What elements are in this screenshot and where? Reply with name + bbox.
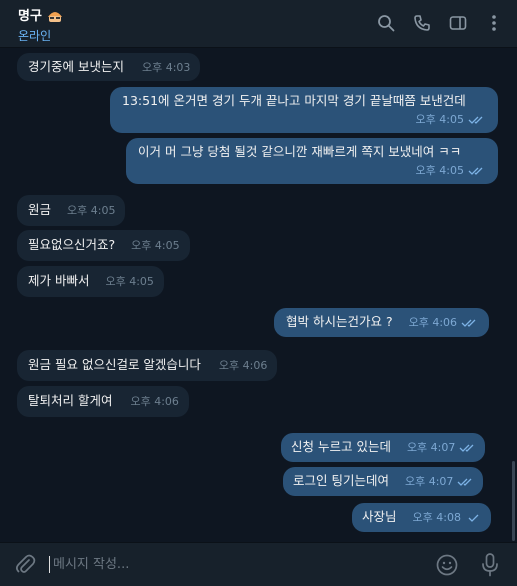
message-time-text: 오후 4:05 xyxy=(105,275,154,288)
message-time: 오후 4:08 xyxy=(412,511,461,524)
message-time-text: 오후 4:06 xyxy=(130,395,179,408)
message-text: 원금 필요 없으신걸로 알겠습니다 xyxy=(28,357,201,372)
message-meta: 오후 4:07 xyxy=(407,440,477,456)
message-text: 탈퇴처리 할게여 xyxy=(28,393,113,408)
message-text: 경기중에 보냇는지 xyxy=(28,59,124,74)
message-incoming[interactable]: 제가 바빠서 오후 4:05 xyxy=(17,266,164,297)
message-composer xyxy=(0,542,517,586)
message-time: 오후 4:06 xyxy=(130,394,178,410)
message-meta: 오후 4:05 xyxy=(416,163,486,179)
search-icon[interactable] xyxy=(377,14,395,32)
chat-header: 명구 온라인 xyxy=(0,0,517,48)
message-text: 협박 하시는건가요 ? xyxy=(286,314,393,329)
message-input[interactable] xyxy=(53,553,413,575)
message-text: 이거 머 그냥 당첨 될것 같으니깐 재빠르게 쪽지 보냈네여 ㅋㅋ xyxy=(138,144,462,159)
message-outgoing[interactable]: 협박 하시는건가요 ? 오후 4:06 xyxy=(274,308,490,337)
double-check-icon xyxy=(461,319,476,327)
message-meta-row: 오후 4:05 xyxy=(122,111,486,128)
message-outgoing[interactable]: 사장님 오후 4:08 xyxy=(352,503,491,532)
message-time: 오후 4:05 xyxy=(415,113,464,126)
message-time: 오후 4:06 xyxy=(408,316,458,329)
message-meta: 오후 4:05 xyxy=(416,112,486,128)
double-check-icon xyxy=(457,478,472,486)
message-text: 신청 누르고 있는데 xyxy=(291,439,391,454)
message-time: 오후 4:05 xyxy=(67,203,115,219)
message-time-text: 오후 4:05 xyxy=(67,204,116,217)
message-time: 오후 4:03 xyxy=(142,60,190,76)
message-text: 필요없으신거죠? xyxy=(28,237,116,252)
message-meta-row: 오후 4:05 xyxy=(138,162,486,179)
message-incoming[interactable]: 원금 오후 4:05 xyxy=(17,195,126,226)
message-outgoing[interactable]: 신청 누르고 있는데 오후 4:07 xyxy=(281,433,486,462)
header-actions xyxy=(377,14,503,32)
message-incoming[interactable]: 경기중에 보냇는지 오후 4:03 xyxy=(17,53,201,81)
message-outgoing[interactable]: 이거 머 그냥 당첨 될것 같으니깐 재빠르게 쪽지 보냈네여 ㅋㅋ 오후 4:… xyxy=(126,138,498,184)
message-meta: 오후 4:07 xyxy=(405,474,475,490)
scrollbar[interactable] xyxy=(512,461,515,541)
message-time: 오후 4:07 xyxy=(404,475,454,488)
paperclip-icon[interactable] xyxy=(14,554,36,576)
message-incoming[interactable]: 원금 필요 없으신걸로 알겠습니다 오후 4:06 xyxy=(17,350,278,381)
message-outgoing[interactable]: 로그인 팅기는데여 오후 4:07 xyxy=(283,467,484,496)
message-list[interactable]: 경기중에 보냇는지 오후 4:03 13:51에 온거면 경기 두개 끝나고 마… xyxy=(0,49,517,541)
message-text: 로그인 팅기는데여 xyxy=(293,473,389,488)
chat-title-row: 명구 xyxy=(18,5,64,24)
message-text: 원금 xyxy=(28,202,52,217)
double-check-icon xyxy=(468,116,483,124)
message-time: 오후 4:05 xyxy=(131,238,179,254)
double-check-icon xyxy=(468,167,483,175)
avatar-emoji-icon xyxy=(47,11,62,22)
message-time: 오후 4:07 xyxy=(406,441,456,454)
phone-icon[interactable] xyxy=(413,14,431,32)
chat-status: 온라인 xyxy=(18,29,52,43)
message-text: 제가 바빠서 xyxy=(28,273,90,288)
message-incoming[interactable]: 탈퇴처리 할게여 오후 4:06 xyxy=(17,386,189,417)
double-check-icon xyxy=(459,444,474,452)
message-meta: 오후 4:08 xyxy=(413,510,483,526)
message-incoming[interactable]: 필요없으신거죠? 오후 4:05 xyxy=(17,230,190,261)
single-check-icon xyxy=(468,514,479,522)
message-outgoing[interactable]: 13:51에 온거면 경기 두개 끝나고 마지막 경기 끝날때쯤 보낸건데 오후… xyxy=(110,87,498,133)
emoji-icon[interactable] xyxy=(436,554,458,576)
message-time-text: 오후 4:05 xyxy=(131,239,180,252)
sidebar-toggle-icon[interactable] xyxy=(449,14,467,32)
message-time-text: 오후 4:03 xyxy=(141,61,191,74)
message-text: 13:51에 온거면 경기 두개 끝나고 마지막 경기 끝날때쯤 보낸건데 xyxy=(122,93,466,108)
text-cursor xyxy=(49,556,50,573)
message-text: 사장님 xyxy=(362,509,397,524)
message-meta: 오후 4:06 xyxy=(409,315,479,331)
chat-title-block[interactable]: 명구 온라인 xyxy=(18,5,64,44)
message-time-text: 오후 4:06 xyxy=(218,359,268,372)
chat-title: 명구 xyxy=(18,9,42,24)
message-time: 오후 4:06 xyxy=(219,358,267,374)
message-time: 오후 4:05 xyxy=(415,164,464,177)
microphone-icon[interactable] xyxy=(481,553,499,577)
more-vertical-icon[interactable] xyxy=(485,14,503,32)
message-time: 오후 4:05 xyxy=(105,274,153,290)
